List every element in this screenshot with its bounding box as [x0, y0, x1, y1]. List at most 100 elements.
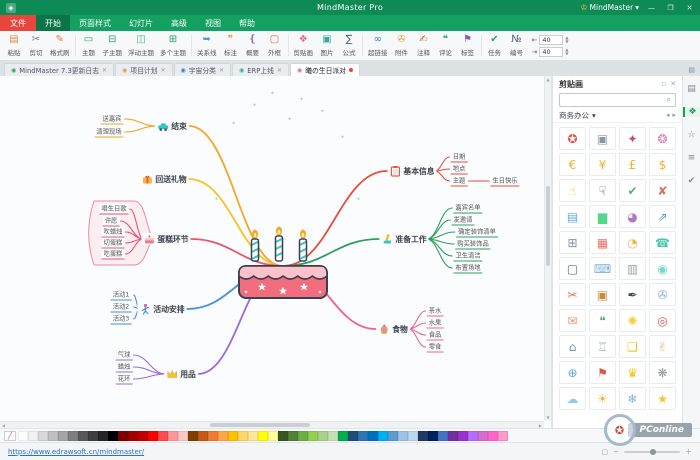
color-swatch[interactable] [498, 431, 508, 441]
canvas-horizontal-scrollbar[interactable]: ◀ ▶ [0, 421, 544, 428]
relationship-button[interactable]: ➥关系线 [194, 32, 220, 59]
mindmap-subtopic[interactable]: 许愿 [103, 216, 120, 227]
clipart-house[interactable]: ⌂ [559, 335, 586, 358]
color-swatch[interactable] [308, 431, 318, 441]
file-menu-button[interactable]: 文件 [0, 15, 36, 31]
color-swatch[interactable] [278, 431, 288, 441]
clipart-chat-bubble[interactable]: ❝ [589, 309, 616, 332]
mindmap-branch-end[interactable]: 结束 [155, 120, 189, 132]
clipart-printer[interactable]: ▥ [619, 257, 646, 280]
color-swatch[interactable] [238, 431, 248, 441]
clipart-calendar[interactable]: ▦ [589, 231, 616, 254]
boundary-button[interactable]: ▢外框 [264, 32, 286, 59]
color-swatch[interactable] [458, 431, 468, 441]
mindmap-subtopic[interactable]: 清理现场 [94, 127, 123, 138]
dock-outline-icon[interactable]: ≡ [683, 153, 700, 163]
color-swatch[interactable] [208, 431, 218, 441]
mindmap-subtopic[interactable]: 日期 [451, 152, 468, 163]
clipart-cloud[interactable]: ☁ [559, 387, 586, 410]
color-swatch[interactable] [168, 431, 178, 441]
attachment-button[interactable]: ✇附件 [391, 32, 413, 59]
search-icon[interactable]: ⌕ [667, 95, 675, 105]
clipart-briefcase[interactable]: ▣ [589, 283, 616, 306]
mindmap-subtopic[interactable]: 地点 [451, 164, 468, 175]
vertical-scroll-thumb[interactable] [546, 186, 550, 266]
mindmap-subtopic[interactable]: 水果 [427, 318, 444, 329]
summary-button[interactable]: ❴概要 [242, 32, 264, 59]
color-swatch[interactable] [28, 431, 38, 441]
clipart-check-badge[interactable]: ✔ [619, 179, 646, 202]
canvas-vertical-scrollbar[interactable]: ▲ ▼ [544, 76, 551, 421]
zoom-knob[interactable] [650, 449, 656, 455]
clipart-pen[interactable]: ✒ [619, 283, 646, 306]
clipart-star[interactable]: ★ [649, 387, 676, 410]
mindmap-subtopic[interactable]: 购买装饰品 [455, 239, 490, 250]
clipart-thumbs-down[interactable]: ☟ [589, 179, 616, 202]
zoom-in-icon[interactable]: ＋ [685, 447, 692, 457]
mindmap-subtopic[interactable]: 蜡烛 [116, 362, 133, 373]
tab-close-icon[interactable]: ✕ [277, 67, 282, 74]
color-swatch[interactable] [68, 431, 78, 441]
menu-item[interactable]: 页面样式 [70, 15, 120, 31]
account-menu[interactable]: ♔ MindMaster ▾ [580, 3, 639, 12]
clipart-button[interactable]: ❖剪贴画 [291, 32, 317, 59]
clipart-envelope[interactable]: ✉ [559, 309, 586, 332]
color-swatch[interactable] [18, 431, 28, 441]
clipart-money-bag[interactable]: ❑ [619, 335, 646, 358]
color-swatch[interactable] [38, 431, 48, 441]
edrawsoft-link[interactable]: https://www.edrawsoft.cn/mindmaster/ [8, 448, 144, 456]
mindmap-subtopic[interactable]: 零食 [427, 342, 444, 353]
menu-item[interactable]: 开始 [36, 15, 70, 31]
menu-item[interactable]: 视图 [196, 15, 230, 31]
color-swatch[interactable] [348, 431, 358, 441]
clipart-search[interactable]: ⌕ [559, 93, 676, 107]
mindmap-branch-basic-info[interactable]: 基本信息 [387, 165, 436, 177]
clipart-clock[interactable]: ◔ [619, 231, 646, 254]
color-swatch[interactable] [198, 431, 208, 441]
menu-item[interactable]: 高级 [162, 15, 196, 31]
color-swatch[interactable] [218, 431, 228, 441]
tab-close-icon[interactable]: ✕ [160, 67, 165, 74]
color-swatch[interactable] [288, 431, 298, 441]
mindmap-subtopic[interactable]: 切蛋糕 [102, 238, 125, 249]
mindmap-subtopic[interactable]: 确定装饰清单 [456, 227, 498, 238]
mindmap-subtopic[interactable]: 唱生日歌 [99, 204, 128, 215]
document-tab[interactable]: ◉宇宙分类✕ [174, 63, 231, 76]
menu-item[interactable]: 帮助 [230, 15, 264, 31]
picture-button[interactable]: ▣图片 [316, 32, 338, 59]
clipart-euro-coin[interactable]: € [559, 153, 586, 176]
color-swatch[interactable] [228, 431, 238, 441]
horizontal-scroll-thumb[interactable] [210, 423, 310, 427]
color-swatch[interactable] [158, 431, 168, 441]
color-swatch[interactable] [268, 431, 278, 441]
color-swatch[interactable] [298, 431, 308, 441]
mindmap-branch-food[interactable]: 食物 [376, 323, 410, 335]
color-swatch[interactable] [358, 431, 368, 441]
clipart-search-input[interactable] [560, 96, 667, 104]
color-swatch[interactable] [418, 431, 428, 441]
clipart-document[interactable]: ▤ [559, 205, 586, 228]
clipart-cross-badge[interactable]: ✘ [649, 179, 676, 202]
clipart-seal-stamp[interactable]: ✪ [559, 127, 586, 150]
clipart-dollar-coin[interactable]: $ [649, 153, 676, 176]
color-swatch[interactable] [178, 431, 188, 441]
color-swatch[interactable] [448, 431, 458, 441]
color-swatch[interactable] [488, 431, 498, 441]
color-swatch[interactable] [248, 431, 258, 441]
clipart-stamp-pad[interactable]: ▣ [589, 127, 616, 150]
color-swatch[interactable] [428, 431, 438, 441]
color-swatch[interactable] [318, 431, 328, 441]
mindmap-branch-activities[interactable]: 活动安排 [137, 303, 186, 315]
mindmap-subtopic[interactable]: 活动3 [111, 314, 132, 325]
mindmap-subtopic[interactable]: 吃蛋糕 [102, 249, 125, 260]
formula-button[interactable]: ∑公式 [338, 32, 360, 59]
cut-button[interactable]: ✂剪切 [25, 32, 47, 59]
color-swatch[interactable] [78, 431, 88, 441]
clipart-scissors[interactable]: ✂ [559, 283, 586, 306]
fit-window-icon[interactable]: ▢ [602, 448, 609, 456]
color-swatch[interactable] [398, 431, 408, 441]
clipart-mouse[interactable]: ◉ [649, 257, 676, 280]
central-topic-cake[interactable] [236, 224, 330, 305]
document-tab[interactable]: ◉项目计划✕ [115, 63, 172, 76]
clipart-gear[interactable]: ❋ [649, 361, 676, 384]
